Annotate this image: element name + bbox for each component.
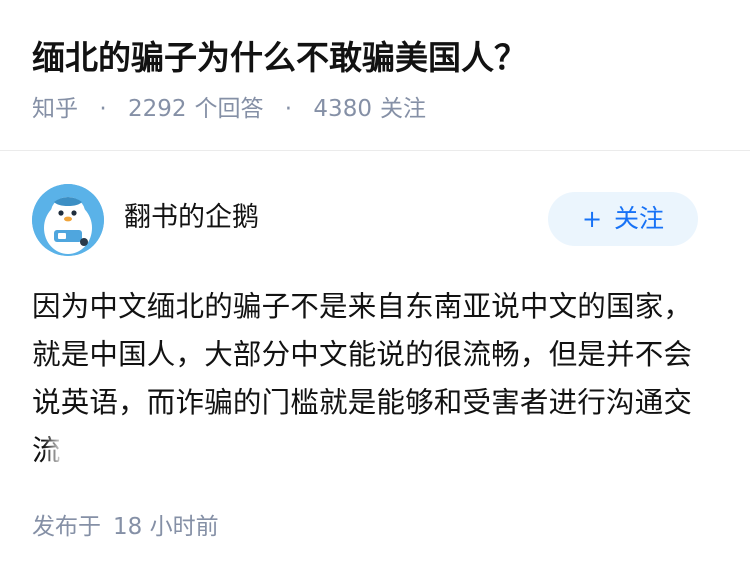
author-row: 翻书的企鹅 + 关注 xyxy=(0,170,750,270)
answer-text: 因为中文缅北的骗子不是来自东南亚说中文的国家，就是中国人，大部分中文能说的很流畅… xyxy=(32,290,693,419)
answer-content[interactable]: 因为中文缅北的骗子不是来自东南亚说中文的国家，就是中国人，大部分中文能说的很流畅… xyxy=(32,283,712,475)
plus-icon: + xyxy=(581,205,603,233)
penguin-avatar-icon xyxy=(32,184,104,256)
author-avatar[interactable] xyxy=(32,184,104,256)
question-title[interactable]: 缅北的骗子为什么不敢骗美国人？ xyxy=(32,36,527,80)
follow-button-label: 关注 xyxy=(614,204,665,233)
answer-count: 2292 xyxy=(127,96,187,122)
follower-count: 4380 xyxy=(313,96,372,122)
answer-count-label: 个回答 xyxy=(194,96,264,122)
published-label: 发布于 xyxy=(32,514,101,540)
published-time-value: 18 小时前 xyxy=(113,514,219,540)
follow-button[interactable]: + 关注 xyxy=(548,192,698,246)
meta-separator: · xyxy=(99,96,107,122)
meta-separator: · xyxy=(284,96,293,122)
answer-text-fade: 流 xyxy=(32,434,61,467)
author-name[interactable]: 翻书的企鹅 xyxy=(124,200,259,236)
question-meta: 知乎 · 2292 个回答 · 4380 关注 xyxy=(32,92,426,126)
publish-time: 发布于 18 小时前 xyxy=(32,511,219,543)
follower-count-label: 关注 xyxy=(379,96,426,122)
source-label[interactable]: 知乎 xyxy=(32,96,78,122)
question-header: 缅北的骗子为什么不敢骗美国人？ 知乎 · 2292 个回答 · 4380 关注 xyxy=(0,0,750,151)
